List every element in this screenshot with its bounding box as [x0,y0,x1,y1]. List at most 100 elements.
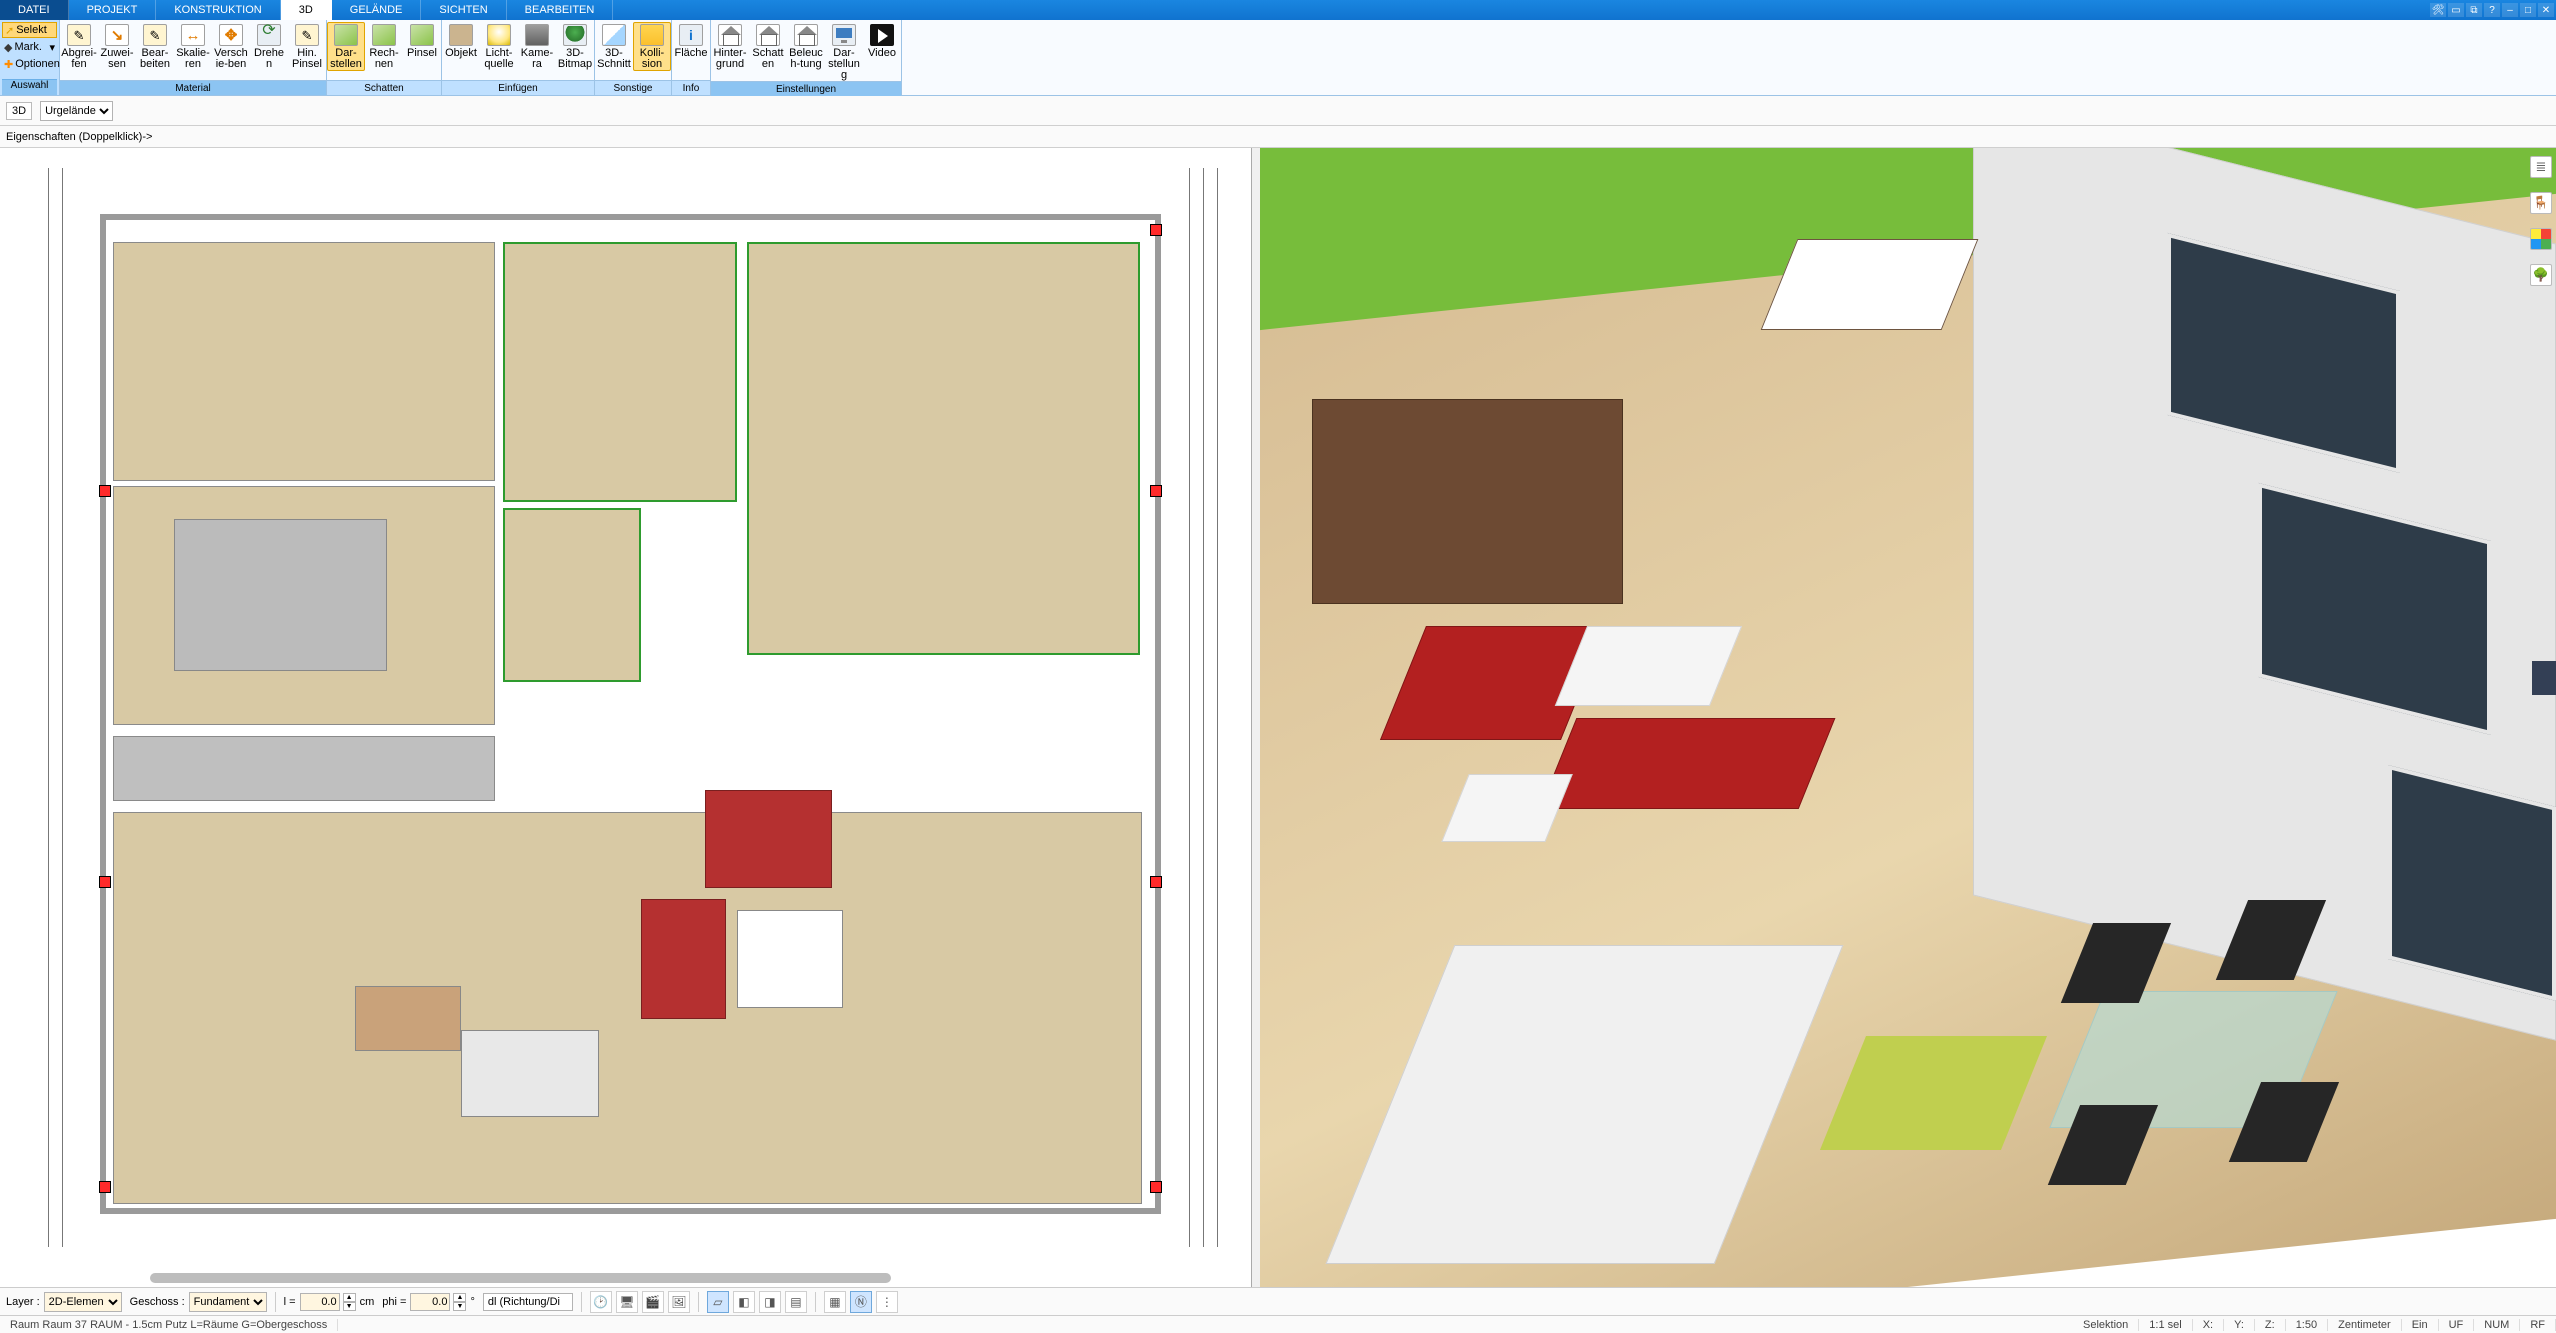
assign-icon [105,24,129,46]
record-icon[interactable]: 🎬 [642,1291,664,1313]
section-icon [602,24,626,46]
move-icon [219,24,243,46]
phi-label: phi = [382,1296,406,1308]
video-button[interactable]: Video [863,22,901,59]
dl-input[interactable] [483,1293,573,1311]
shadow-brush-icon [410,24,434,46]
mode-badge: 3D [6,102,32,120]
terrain-select[interactable]: Urgelände [40,101,113,121]
status-y: Y: [2224,1319,2255,1331]
bulb-icon [487,24,511,46]
drehen-button[interactable]: Drehen [250,22,288,70]
schnitt3d-button[interactable]: 3D-Schnitt [595,22,633,70]
color-palette-icon[interactable] [2530,228,2552,250]
skalieren-button[interactable]: Skalie-ren [174,22,212,70]
furniture-icon[interactable]: 🪑 [2530,192,2552,214]
scale-icon [181,24,205,46]
tab-konstruktion[interactable]: KONSTRUKTION [156,0,280,20]
eyedropper-icon [67,24,91,46]
darstellen-button[interactable]: Dar-stellen [327,22,365,71]
tab-bearbeiten[interactable]: BEARBEITEN [507,0,614,20]
layer-label: Layer : [6,1296,40,1308]
view-splitter[interactable] [1252,148,1260,1287]
group-title-einstellungen: Einstellungen [711,81,901,96]
deg-label: ° [470,1296,474,1308]
grid-icon[interactable]: ▦ [824,1291,846,1313]
more-icon[interactable]: ⋮ [876,1291,898,1313]
selekt-button[interactable]: ➚Selekt [2,22,57,38]
help-icon[interactable]: ? [2484,3,2500,17]
main-tabs: DATEI PROJEKT KONSTRUKTION 3D GELÄNDE SI… [0,0,2556,20]
close-icon[interactable]: ✕ [2538,3,2554,17]
beleuchtung-button[interactable]: Beleuch-tung [787,22,825,70]
schatten-setting-button[interactable]: Schatten [749,22,787,70]
tool-icon[interactable]: 🛠 [2430,3,2446,17]
tool-icon[interactable]: ▭ [2448,3,2464,17]
phi-spinner[interactable]: ▲▼ [453,1293,466,1311]
kamera-button[interactable]: Kame-ra [518,22,556,70]
clock-icon[interactable]: 🕑 [590,1291,612,1313]
toggle-d-icon[interactable]: ▤ [785,1291,807,1313]
titlebar-tools: 🛠 ▭ ⧉ ? – □ ✕ [2429,0,2556,20]
display-icon [832,24,856,46]
group-title-schatten: Schatten [327,80,441,95]
bearbeiten-button[interactable]: Bear-beiten [136,22,174,70]
minimize-icon[interactable]: – [2502,3,2518,17]
tab-gelaende[interactable]: GELÄNDE [332,0,422,20]
status-scale: 1:50 [2286,1319,2328,1331]
toggle-c-icon[interactable]: ◨ [759,1291,781,1313]
status-num: NUM [2474,1319,2520,1331]
l-spinner[interactable]: ▲▼ [343,1293,356,1311]
floorplan-2d-view[interactable] [0,148,1252,1287]
mark-button[interactable]: ◆Mark.▾ [2,39,57,55]
geschoss-select[interactable]: Fundament [189,1292,267,1312]
properties-hint-bar[interactable]: Eigenschaften (Doppelklick)-> [0,126,2556,148]
objekt-button[interactable]: Objekt [442,22,480,59]
cm-label: cm [360,1296,375,1308]
zuweisen-button[interactable]: Zuwei-sen [98,22,136,70]
tab-3d[interactable]: 3D [281,0,332,20]
status-sel: 1:1 sel [2139,1319,2192,1331]
background-icon [718,24,742,46]
pinsel-button[interactable]: Pinsel [403,22,441,59]
group-title-material: Material [60,80,326,95]
north-icon[interactable]: Ⓝ [850,1291,872,1313]
kollision-button[interactable]: Kolli-sion [633,22,671,71]
floorplan-3d-view[interactable]: ≣ 🪑 🌳 [1260,148,2556,1287]
tree-icon[interactable]: 🌳 [2530,264,2552,286]
darstellung-button[interactable]: Dar-stellung [825,22,863,81]
verschieben-button[interactable]: Verschie-ben [212,22,250,70]
photo-icon[interactable]: 🖼 [668,1291,690,1313]
group-title-einfuegen: Einfügen [442,80,594,95]
workspace: ≣ 🪑 🌳 [0,148,2556,1287]
tool-icon[interactable]: ⧉ [2466,3,2482,17]
flaeche-button[interactable]: Fläche [672,22,710,59]
hin-pinsel-button[interactable]: Hin. Pinsel [288,22,326,70]
tab-projekt[interactable]: PROJEKT [69,0,157,20]
layer-select[interactable]: 2D-Elemen [44,1292,122,1312]
tab-sichten[interactable]: SICHTEN [421,0,506,20]
status-unit: Zentimeter [2328,1319,2402,1331]
brush-icon [295,24,319,46]
maximize-icon[interactable]: □ [2520,3,2536,17]
tab-datei[interactable]: DATEI [0,0,69,20]
side-palette: ≣ 🪑 🌳 [2528,156,2554,286]
lichtquelle-button[interactable]: Licht-quelle [480,22,518,70]
hintergrund-button[interactable]: Hinter-grund [711,22,749,70]
abgreifen-button[interactable]: Abgrei-fen [60,22,98,70]
rechnen-button[interactable]: Rech-nen [365,22,403,70]
phi-input[interactable] [410,1293,450,1311]
bitmap3d-button[interactable]: 3D-Bitmap [556,22,594,70]
rotate-icon [257,24,281,46]
properties-hint: Eigenschaften (Doppelklick)-> [6,131,152,143]
compute-icon [372,24,396,46]
toggle-a-icon[interactable]: ▱ [707,1291,729,1313]
status-rf: RF [2520,1319,2556,1331]
toggle-b-icon[interactable]: ◧ [733,1291,755,1313]
screen-icon[interactable]: 🖥 [616,1291,638,1313]
side-panel-handle[interactable] [2532,661,2556,695]
layers-icon[interactable]: ≣ [2530,156,2552,178]
l-input[interactable] [300,1293,340,1311]
optionen-button[interactable]: ✚Optionen [2,56,57,72]
status-selektion: Selektion [2073,1319,2139,1331]
